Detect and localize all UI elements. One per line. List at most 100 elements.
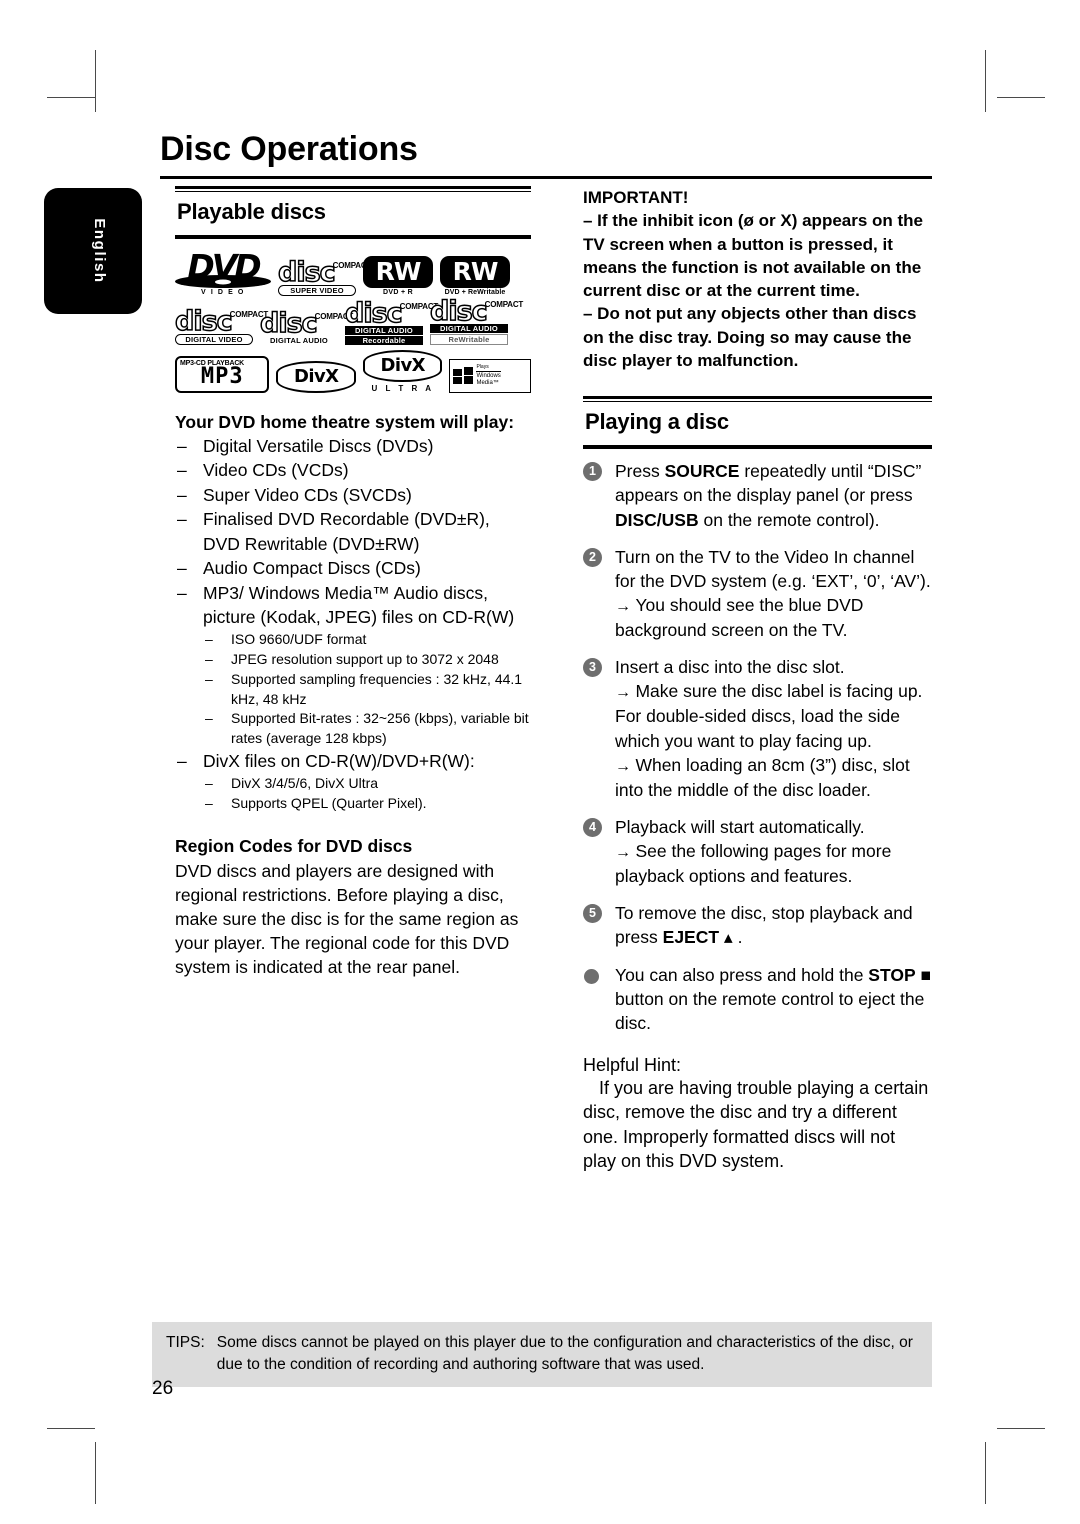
list-item: – DivX 3/4/5/6, DivX Ultra	[203, 774, 531, 794]
divider	[476, 370, 501, 372]
crop-mark-bottom-left-vertical	[95, 1442, 96, 1504]
arrow-icon: →	[615, 844, 636, 862]
step-item: 1 Press SOURCE repeatedly until “DISC” ap…	[583, 459, 932, 531]
step-emphasis: DISC/USB	[615, 509, 699, 530]
list-item-text: Super Video CDs (SVCDs)	[203, 484, 412, 505]
section-title-playable-discs: Playable discs	[177, 199, 326, 224]
divx-ultra-logo: DivX U L T R A	[362, 349, 443, 393]
list-item-text: MP3/ Windows Media™ Audio discs, picture…	[203, 582, 515, 628]
logo-row-1: DVD V I D E O disc COMPACT SUPER VIDEO R…	[175, 250, 531, 297]
crop-mark-bottom-left-horizontal	[47, 1428, 95, 1429]
step-sub-note: → When loading an 8cm (3”) disc, slot in…	[615, 753, 932, 802]
dash-bullet-icon: –	[177, 582, 187, 603]
step-item: 5 To remove the disc, stop playback and p…	[583, 901, 932, 949]
crop-mark-top-right-horizontal	[997, 97, 1045, 98]
list-item: – Digital Versatile Discs (DVDs)	[175, 434, 531, 459]
list-item: – Supported Bit-rates : 32~256 (kbps), va…	[203, 709, 531, 749]
compact-disc-recordable-logo: disc COMPACT DIGITAL AUDIO Recordable	[344, 300, 438, 345]
title-divider	[160, 176, 932, 179]
compact-disc-digital-audio-logo: disc COMPACT DIGITAL AUDIO	[259, 308, 353, 345]
important-notice: IMPORTANT! – If the inhibit icon (ø or X…	[583, 186, 932, 372]
dash-bullet-icon: –	[205, 670, 213, 687]
dash-bullet-icon: –	[205, 710, 213, 727]
crop-mark-top-left-horizontal	[47, 97, 95, 98]
divx-logo: DivX	[276, 360, 356, 393]
step-sub-note-text: See the following pages for more playbac…	[615, 841, 892, 887]
list-item-text: Video CDs (VCDs)	[203, 460, 349, 481]
rw-logo-word: RW	[440, 256, 510, 289]
cd-logo-caption-secondary: ReWritable	[430, 333, 508, 345]
step-text: Press	[615, 461, 665, 482]
windows-media-text: Plays Windows Media™	[476, 364, 501, 388]
list-item: – Video CDs (VCDs)	[175, 458, 531, 483]
step-text: ▴ .	[719, 927, 743, 948]
stop-button-note: You can also press and hold the STOP ■ b…	[583, 963, 932, 1035]
list-item: – ISO 9660/UDF format	[203, 630, 531, 650]
step-text: Playback will start automatically.	[615, 816, 865, 837]
step-item: 2 Turn on the TV to the Video In channel …	[583, 545, 932, 643]
list-item-text: Supported sampling frequencies : 32 kHz,…	[231, 670, 523, 707]
step-body: Turn on the TV to the Video In channel f…	[615, 547, 931, 591]
playing-steps-list: 1 Press SOURCE repeatedly until “DISC” ap…	[583, 459, 932, 1035]
cd-logo-caption: SUPER VIDEO	[278, 285, 356, 297]
tips-box: TIPS: Some discs cannot be played on thi…	[152, 1322, 932, 1387]
dash-bullet-icon: –	[177, 751, 187, 772]
rw-logo-word: RW	[363, 256, 433, 289]
arrow-icon: →	[615, 757, 636, 775]
list-item: – Finalised DVD Recordable (DVD±R), DVD R…	[175, 507, 531, 556]
list-item-text: DivX files on CD-R(W)/DVD+R(W):	[203, 751, 475, 772]
step-number-badge: 4	[583, 817, 602, 837]
crop-mark-top-right-vertical	[985, 50, 986, 112]
manual-page: English Disc Operations Playable discs D…	[0, 0, 1080, 1524]
dash-bullet-icon: –	[205, 630, 213, 647]
section-title-playing-a-disc: Playing a disc	[585, 409, 729, 435]
list-item-text: ISO 9660/UDF format	[231, 630, 367, 647]
cd-logo-caption-secondary: Recordable	[345, 335, 423, 345]
helpful-hint-title: Helpful Hint:	[583, 1054, 682, 1075]
playing-a-disc-header: Playing a disc	[583, 396, 932, 450]
divx-specs-sublist: – DivX 3/4/5/6, DivX Ultra – Supports QPEL …	[175, 774, 531, 814]
crop-mark-bottom-right-horizontal	[997, 1428, 1045, 1429]
dash-bullet-icon: –	[205, 794, 213, 811]
step-body: Playback will start automatically.	[615, 817, 865, 837]
dash-bullet-icon: –	[177, 460, 187, 481]
divx-formats-list: – DivX files on CD-R(W)/DVD+R(W):	[175, 749, 531, 774]
arrow-icon: →	[615, 684, 636, 702]
important-item: – Do not put any objects other than disc…	[583, 304, 917, 370]
cd-logo-word: disc	[174, 306, 233, 338]
rw-logo-caption: DVD + R	[383, 289, 413, 297]
divider	[175, 186, 531, 189]
windows-media-logo: Plays Windows Media™	[449, 358, 531, 393]
step-item: 3 Insert a disc into the disc slot. → Make…	[583, 655, 932, 802]
page-number: 26	[152, 1378, 174, 1399]
dvd-logo-caption: V I D E O	[201, 289, 245, 297]
step-emphasis: SOURCE	[664, 461, 740, 482]
rw-logo-caption: DVD + ReWritable	[444, 289, 506, 297]
logo-row-2: disc COMPACT DIGITAL VIDEO disc COMPACT …	[174, 298, 531, 345]
divx-logo-word: DivX	[362, 349, 443, 382]
wm-line-media: Media™	[476, 380, 499, 387]
mp3-cd-playback-logo: MP3-CD PLAYBACK MP3	[175, 355, 270, 393]
step-emphasis: EJECT	[662, 927, 720, 948]
compact-disc-rewritable-logo: disc COMPACT DIGITAL AUDIO ReWritable	[429, 298, 523, 345]
list-item-text: Supports QPEL (Quarter Pixel).	[231, 794, 427, 811]
dash-bullet-icon: –	[177, 484, 187, 505]
important-item: – If the inhibit icon (ø or X) appears o…	[583, 211, 924, 301]
list-item: – DivX files on CD-R(W)/DVD+R(W):	[175, 749, 531, 774]
dvd-logo-disc-shape	[175, 275, 271, 289]
mp3-logo-word: MP3	[200, 363, 244, 389]
note-text: You can also press and hold the	[615, 964, 869, 985]
step-number-badge: 1	[583, 462, 602, 482]
playable-discs-header: Playable discs	[175, 186, 531, 239]
step-item: 4 Playback will start automatically. → See…	[583, 815, 932, 888]
step-number-badge: 3	[583, 658, 602, 678]
list-item-text: DivX 3/4/5/6, DivX Ultra	[231, 774, 379, 791]
dvd-plus-r-logo: RW DVD + R	[363, 256, 433, 296]
list-item: – Supports QPEL (Quarter Pixel).	[203, 794, 531, 814]
cd-logo-word: disc	[259, 308, 318, 340]
round-bullet-icon	[584, 968, 599, 984]
step-sub-note-text: Make sure the disc label is facing up. F…	[615, 681, 923, 751]
right-column: IMPORTANT! – If the inhibit icon (ø or X…	[583, 186, 932, 1174]
divx-ultra-caption: U L T R A	[371, 383, 434, 393]
helpful-hint-body: If you are having trouble playing a cert…	[583, 1077, 929, 1172]
